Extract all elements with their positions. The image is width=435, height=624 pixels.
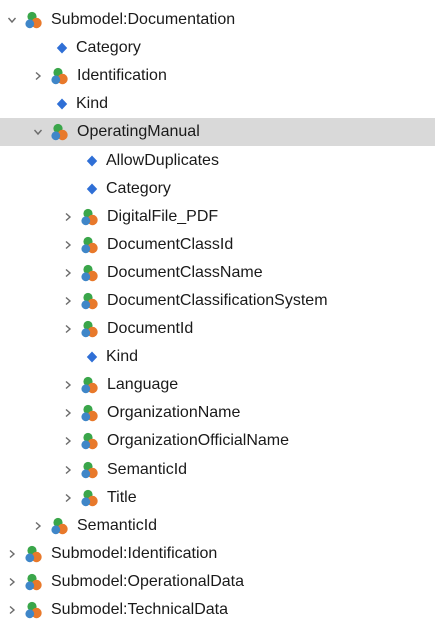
chevron-right-icon[interactable] <box>4 602 20 618</box>
tree-node-label: Kind <box>106 348 139 366</box>
tree-node-label: DigitalFile_PDF <box>107 207 219 225</box>
submodel-element-collection-icon <box>50 66 72 86</box>
tree-node-label: SemanticId <box>77 516 158 534</box>
tree-node[interactable]: DigitalFile_PDF <box>0 203 435 231</box>
chevron-right-icon[interactable] <box>4 546 20 562</box>
tree-node[interactable]: Kind <box>0 90 435 118</box>
tree-node-label: Submodel:Identification <box>51 544 218 562</box>
tree-node[interactable]: Language <box>0 371 435 399</box>
tree-node[interactable]: Kind <box>0 343 435 371</box>
chevron-right-icon[interactable] <box>4 574 20 590</box>
tree-node[interactable]: Title <box>0 484 435 512</box>
tree-node-label: AllowDuplicates <box>106 151 219 169</box>
property-diamond-icon <box>86 351 98 363</box>
tree-node[interactable]: AllowDuplicates <box>0 146 435 174</box>
submodel-element-collection-icon <box>80 207 102 227</box>
submodel-element-collection-icon <box>80 460 102 480</box>
tree-node[interactable]: Identification <box>0 62 435 90</box>
tree-node[interactable]: DocumentClassName <box>0 259 435 287</box>
submodel-element-collection-icon <box>80 263 102 283</box>
tree-node-label: Submodel:Documentation <box>51 11 236 29</box>
chevron-right-icon[interactable] <box>60 490 76 506</box>
property-diamond-icon <box>56 98 68 110</box>
submodel-element-collection-icon <box>24 600 46 620</box>
submodel-element-collection-icon <box>50 122 72 142</box>
submodel-element-collection-icon <box>80 403 102 423</box>
model-tree: Submodel:Documentation Category Identifica… <box>0 0 435 623</box>
tree-node-label: OperatingManual <box>77 123 200 141</box>
property-diamond-icon <box>56 42 68 54</box>
tree-node[interactable]: OperatingManual <box>0 118 435 147</box>
tree-node-label: Submodel:TechnicalData <box>51 601 228 619</box>
tree-node[interactable]: DocumentClassId <box>0 231 435 259</box>
chevron-right-icon[interactable] <box>60 462 76 478</box>
tree-node-label: DocumentClassificationSystem <box>107 291 328 309</box>
submodel-element-collection-icon <box>24 10 46 30</box>
tree-node-label: OrganizationName <box>107 404 241 422</box>
chevron-right-icon[interactable] <box>30 68 46 84</box>
submodel-element-collection-icon <box>80 431 102 451</box>
tree-node-label: DocumentClassId <box>107 235 234 253</box>
tree-node-label: Submodel:OperationalData <box>51 572 245 590</box>
submodel-element-collection-icon <box>80 319 102 339</box>
chevron-right-icon[interactable] <box>60 265 76 281</box>
tree-node[interactable]: Category <box>0 175 435 203</box>
chevron-down-icon[interactable] <box>4 12 20 28</box>
submodel-element-collection-icon <box>50 516 72 536</box>
submodel-element-collection-icon <box>80 375 102 395</box>
tree-node-label: Identification <box>77 67 167 85</box>
tree-node-label: Kind <box>76 95 109 113</box>
submodel-element-collection-icon <box>80 235 102 255</box>
tree-node-label: Category <box>106 179 171 197</box>
property-diamond-icon <box>86 155 98 167</box>
tree-node-label: DocumentClassName <box>107 263 263 281</box>
tree-node[interactable]: OrganizationName <box>0 399 435 427</box>
tree-node[interactable]: Category <box>0 34 435 62</box>
submodel-element-collection-icon <box>80 291 102 311</box>
chevron-right-icon[interactable] <box>60 433 76 449</box>
tree-node[interactable]: SemanticId <box>0 456 435 484</box>
chevron-right-icon[interactable] <box>60 405 76 421</box>
submodel-element-collection-icon <box>24 572 46 592</box>
tree-node-label: OrganizationOfficialName <box>107 432 290 450</box>
tree-node-label: Category <box>76 39 141 57</box>
chevron-right-icon[interactable] <box>60 321 76 337</box>
chevron-right-icon[interactable] <box>60 237 76 253</box>
property-diamond-icon <box>86 183 98 195</box>
tree-node[interactable]: DocumentId <box>0 315 435 343</box>
chevron-right-icon[interactable] <box>60 377 76 393</box>
tree-node-label: SemanticId <box>107 460 188 478</box>
tree-node[interactable]: DocumentClassificationSystem <box>0 287 435 315</box>
tree-node[interactable]: Submodel:TechnicalData <box>0 596 435 624</box>
tree-node-label: Language <box>107 376 179 394</box>
tree-node[interactable]: SemanticId <box>0 512 435 540</box>
chevron-right-icon[interactable] <box>60 209 76 225</box>
submodel-element-collection-icon <box>24 544 46 564</box>
tree-node[interactable]: Submodel:Identification <box>0 540 435 568</box>
submodel-element-collection-icon <box>80 488 102 508</box>
chevron-right-icon[interactable] <box>30 518 46 534</box>
chevron-right-icon[interactable] <box>60 293 76 309</box>
tree-node-label: DocumentId <box>107 320 194 338</box>
tree-node[interactable]: Submodel:Documentation <box>0 6 435 34</box>
tree-node[interactable]: OrganizationOfficialName <box>0 427 435 455</box>
chevron-down-icon[interactable] <box>30 124 46 140</box>
tree-node-label: Title <box>107 488 137 506</box>
tree-node[interactable]: Submodel:OperationalData <box>0 568 435 596</box>
